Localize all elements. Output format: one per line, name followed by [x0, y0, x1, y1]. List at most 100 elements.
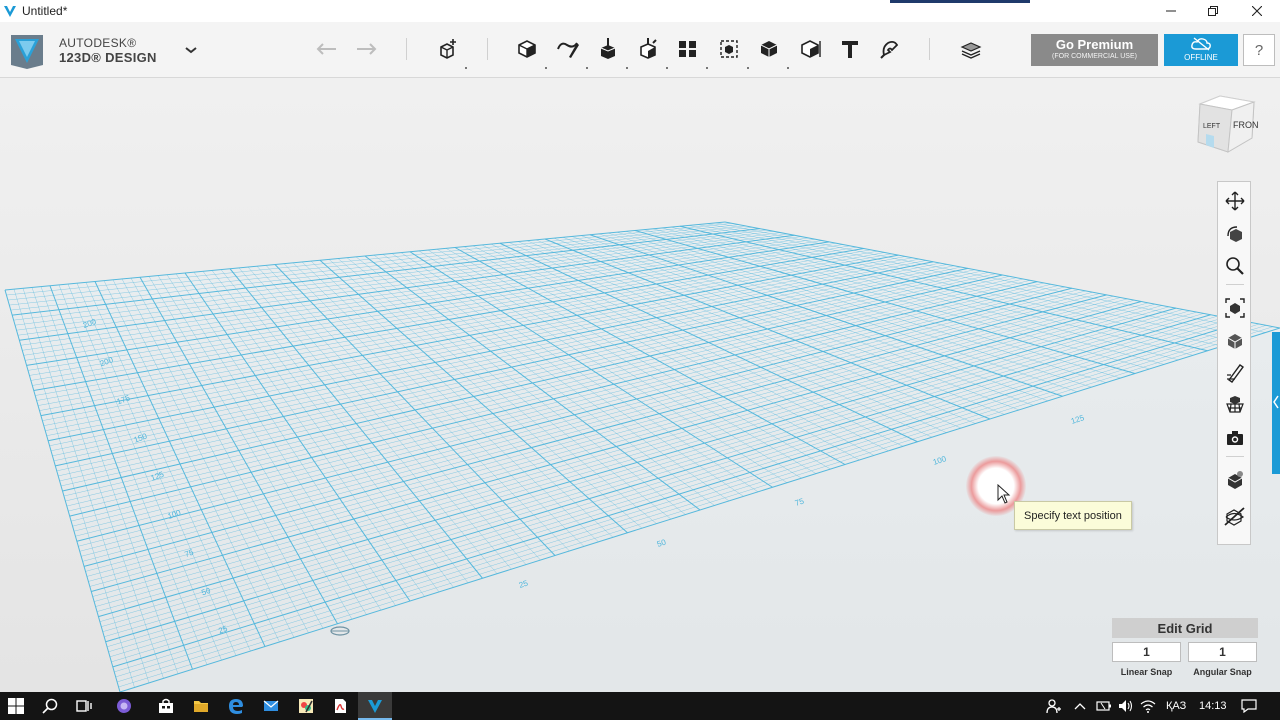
grid-visibility-icon — [1226, 396, 1244, 413]
navigation-bar — [1217, 181, 1251, 545]
tray-expand-button[interactable] — [1072, 692, 1088, 720]
edit-grid-panel: Edit Grid 1 1 Linear Snap Angular Snap — [1112, 618, 1258, 684]
edge-button[interactable] — [224, 692, 248, 720]
title-accent — [890, 0, 1030, 3]
store-icon — [159, 698, 173, 713]
redo-icon — [357, 43, 377, 55]
offline-label: OFFLINE — [1184, 53, 1218, 62]
main-toolbar: AUTODESK® 123D® DESIGN Go Premium (FOR C… — [0, 22, 1280, 78]
material-button[interactable] — [955, 34, 987, 64]
mail-button[interactable] — [259, 692, 283, 720]
screenshot-button[interactable] — [1222, 425, 1248, 451]
tooltip: Specify text position — [1014, 501, 1132, 530]
modify-button[interactable] — [632, 34, 664, 64]
snap-icon — [880, 40, 899, 59]
linear-snap-label: Linear Snap — [1120, 667, 1173, 677]
fit-button[interactable] — [1222, 295, 1248, 321]
toolbar-separator — [929, 38, 930, 60]
help-button[interactable]: ? — [1243, 34, 1275, 66]
combine-icon — [760, 41, 778, 57]
grid-visibility-button[interactable] — [1222, 392, 1248, 418]
snap-button[interactable] — [874, 34, 906, 64]
123d-taskbar-button[interactable] — [363, 692, 387, 720]
view-cube[interactable]: LEFT FRONT — [1192, 94, 1258, 160]
transform-button[interactable] — [431, 34, 463, 64]
folder-icon — [194, 701, 208, 712]
volume-button[interactable] — [1116, 692, 1136, 720]
angular-snap-label: Angular Snap — [1193, 667, 1252, 677]
views-button[interactable] — [1222, 328, 1248, 354]
notifications-button[interactable] — [1238, 692, 1260, 720]
grouping-icon — [720, 40, 738, 58]
task-view-icon — [76, 700, 92, 712]
start-icon — [8, 698, 24, 714]
restore-button[interactable] — [1192, 0, 1234, 22]
redo-button[interactable] — [350, 34, 382, 64]
construct-icon — [600, 38, 616, 59]
pan-button[interactable] — [1222, 188, 1248, 214]
search-button[interactable] — [38, 692, 62, 720]
text-button[interactable] — [834, 34, 866, 64]
offline-button[interactable]: OFFLINE — [1164, 34, 1238, 66]
assistant-button[interactable] — [112, 692, 136, 720]
edit-grid-button[interactable]: Edit Grid — [1112, 618, 1258, 638]
search-icon — [42, 698, 58, 714]
premium-label: Go Premium — [1055, 37, 1134, 52]
input-language[interactable]: ҚАЗ — [1166, 692, 1186, 720]
taskbar: ҚАЗ 14:13 — [0, 692, 1280, 720]
undo-button[interactable] — [311, 34, 343, 64]
start-button[interactable] — [4, 692, 28, 720]
explorer-button[interactable] — [189, 692, 213, 720]
battery-button[interactable] — [1094, 692, 1114, 720]
angular-snap-input[interactable]: 1 — [1188, 642, 1257, 662]
orbit-icon — [1227, 226, 1242, 242]
hide-icon — [1224, 507, 1245, 526]
construct-button[interactable] — [592, 34, 624, 64]
measure-button[interactable] — [794, 34, 826, 64]
hide-button[interactable] — [1222, 503, 1248, 529]
pan-icon — [1225, 191, 1245, 211]
edge-icon — [229, 699, 243, 714]
notification-icon — [1241, 699, 1257, 713]
sketch-button[interactable] — [552, 34, 584, 64]
grouping-button[interactable] — [713, 34, 745, 64]
chevron-down-icon[interactable] — [184, 44, 198, 56]
sketch-visibility-icon — [1227, 364, 1244, 383]
mouse-cursor-icon — [997, 484, 1011, 504]
close-button[interactable] — [1236, 0, 1278, 22]
battery-icon — [1096, 701, 1111, 711]
chevron-up-icon — [1074, 703, 1086, 710]
paint-icon — [299, 699, 313, 713]
store-button[interactable] — [154, 692, 178, 720]
toolbar-separator — [406, 38, 407, 60]
minimize-button[interactable] — [1150, 0, 1192, 22]
combine-button[interactable] — [753, 34, 785, 64]
undo-icon — [316, 43, 336, 55]
app-icon — [2, 3, 18, 19]
grid-plane — [5, 222, 1280, 692]
text-icon — [842, 41, 858, 58]
mail-icon — [263, 700, 279, 711]
sketch-icon — [557, 42, 579, 58]
clock[interactable]: 14:13 — [1199, 692, 1227, 720]
sketch-visibility-button[interactable] — [1222, 360, 1248, 386]
paint-button[interactable] — [294, 692, 318, 720]
orbit-button[interactable] — [1222, 221, 1248, 247]
wifi-button[interactable] — [1138, 692, 1158, 720]
pdf-icon — [335, 699, 346, 713]
pattern-button[interactable] — [672, 34, 704, 64]
zoom-button[interactable] — [1222, 253, 1248, 279]
side-panel-tab[interactable] — [1272, 332, 1280, 474]
zoom-icon — [1226, 257, 1244, 275]
task-view-button[interactable] — [72, 692, 96, 720]
3d-viewport[interactable]: 200 200 175 150 125 100 75 50 25 25 50 75 100 125 LEF… — [0, 78, 1280, 692]
linear-snap-input[interactable]: 1 — [1112, 642, 1181, 662]
brand-line2: 123D® DESIGN — [59, 50, 157, 65]
123d-logo[interactable] — [7, 29, 47, 71]
material-view-button[interactable] — [1222, 467, 1248, 493]
go-premium-button[interactable]: Go Premium (FOR COMMERCIAL USE) — [1031, 34, 1158, 66]
pattern-icon — [679, 41, 696, 57]
pdf-button[interactable] — [328, 692, 352, 720]
primitives-button[interactable] — [511, 34, 543, 64]
people-button[interactable] — [1042, 692, 1064, 720]
